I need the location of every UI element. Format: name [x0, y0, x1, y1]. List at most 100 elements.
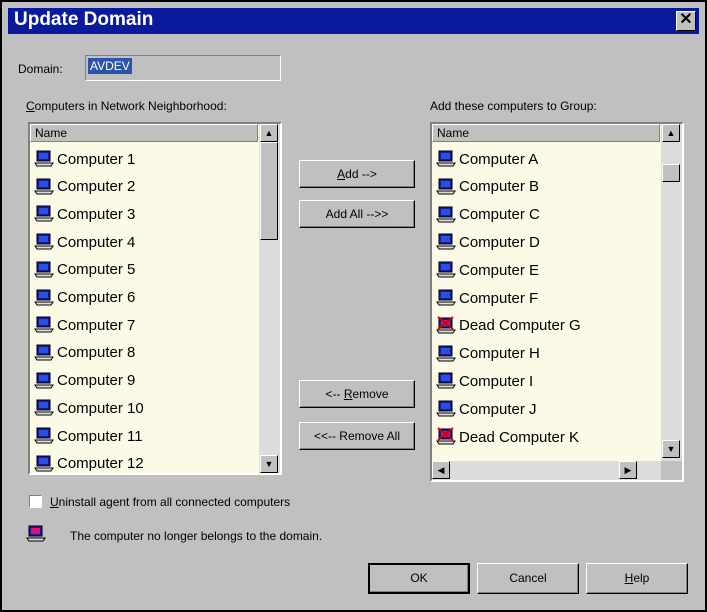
list-item[interactable]: Computer 6: [34, 286, 135, 310]
dead-computer-icon: [26, 524, 46, 549]
ok-button[interactable]: OK: [368, 563, 470, 594]
list-item[interactable]: Dead Computer K: [436, 425, 579, 449]
list-item[interactable]: Computer 5: [34, 258, 135, 282]
update-domain-dialog: Update Domain ✕ Domain: AVDEV Computers …: [0, 0, 707, 612]
computer-icon: [34, 260, 57, 280]
list-item-label: Computer A: [459, 150, 539, 168]
scroll-up-button[interactable]: ▲: [662, 124, 680, 142]
computer-icon: [34, 398, 57, 418]
cancel-button[interactable]: Cancel: [477, 563, 579, 594]
computer-icon: [34, 149, 57, 169]
list-item[interactable]: Computer A: [436, 147, 538, 171]
computer-icon: [34, 204, 57, 224]
scroll-down-button[interactable]: ▼: [662, 440, 680, 458]
scroll-down-button[interactable]: ▼: [260, 455, 278, 473]
scroll-thumb[interactable]: [260, 142, 278, 240]
list-item-label: Computer J: [459, 400, 537, 418]
computer-icon: [436, 399, 459, 419]
list-item[interactable]: Computer E: [436, 258, 539, 282]
list-item[interactable]: Computer D: [436, 230, 540, 254]
computer-icon: [436, 260, 459, 280]
list-item[interactable]: Computer B: [436, 175, 539, 199]
list-item-label: Computer F: [459, 289, 539, 307]
list-item[interactable]: Computer H: [436, 342, 540, 366]
list-item[interactable]: Computer 8: [34, 341, 135, 365]
list-item-label: Computer 8: [57, 344, 136, 362]
list-item-label: Computer 6: [57, 289, 136, 306]
list-item-label: Computer E: [459, 261, 540, 279]
scrollbar-corner: [661, 461, 682, 480]
list-item-label: Computer 2: [57, 178, 136, 196]
right-list-label: Add these computers to Group:: [430, 99, 597, 113]
list-item-label: Computer 1: [57, 150, 136, 168]
computer-icon: [34, 177, 57, 197]
help-button[interactable]: Help: [586, 563, 688, 594]
computer-icon: [34, 371, 57, 391]
list-item[interactable]: Computer 4: [34, 230, 135, 254]
list-item-label: Computer B: [459, 178, 540, 196]
domain-field[interactable]: AVDEV: [85, 55, 281, 81]
left-list-label: Computers in Network Neighborhood:: [26, 99, 227, 113]
list-item-label: Computer 3: [57, 205, 136, 223]
add-all-button[interactable]: Add All -->>: [299, 200, 415, 228]
list-item[interactable]: Dead Computer G: [436, 314, 581, 338]
right-horizontal-scrollbar[interactable]: ◀ ▶: [432, 461, 661, 480]
list-item[interactable]: Computer 3: [34, 202, 135, 226]
computer-icon: [34, 315, 57, 335]
uninstall-agent-label[interactable]: Uninstall agent from all connected compu…: [50, 495, 290, 509]
list-item-label: Computer 7: [57, 316, 136, 334]
close-icon[interactable]: ✕: [676, 11, 696, 31]
list-item-label: Computer 4: [57, 233, 136, 251]
list-item-label: Computer 12: [57, 455, 144, 473]
list-item[interactable]: Computer C: [436, 203, 540, 227]
list-item-label: Dead Computer K: [459, 428, 580, 446]
list-item-label: Computer D: [459, 233, 540, 251]
left-vertical-scrollbar[interactable]: ▲ ▼: [259, 124, 280, 473]
remove-all-button[interactable]: <<-- Remove All: [299, 422, 415, 450]
add-button[interactable]: Add -->: [299, 160, 415, 188]
legend-text: The computer no longer belongs to the do…: [70, 529, 323, 543]
domain-label: Domain:: [18, 62, 63, 76]
computer-icon: [436, 232, 459, 252]
computer-icon: [436, 371, 459, 391]
list-item[interactable]: Computer 1: [34, 147, 135, 171]
remove-button[interactable]: <-- Remove: [299, 380, 415, 408]
list-item[interactable]: Computer F: [436, 286, 538, 310]
scroll-up-button[interactable]: ▲: [260, 124, 278, 142]
list-item[interactable]: Computer J: [436, 397, 537, 421]
list-item-label: Computer 5: [57, 261, 136, 279]
list-item-label: Computer 11: [57, 427, 143, 445]
dead-computer-icon: [436, 316, 459, 336]
computer-icon: [436, 288, 459, 308]
computer-icon: [34, 454, 57, 473]
available-computers-list[interactable]: Name Computer 1 Computer 2 Computer 3 Compu…: [28, 122, 282, 475]
right-vertical-scrollbar[interactable]: ▲ ▼: [661, 124, 682, 461]
list-item-label: Dead Computer G: [459, 317, 581, 335]
scroll-left-button[interactable]: ◀: [432, 461, 450, 479]
computer-icon: [34, 426, 57, 446]
list-item-label: Computer H: [459, 345, 540, 363]
list-item[interactable]: Computer 10: [34, 396, 144, 420]
domain-value: AVDEV: [88, 58, 132, 74]
computer-icon: [436, 344, 459, 364]
name-column-header[interactable]: Name: [432, 124, 660, 142]
list-item[interactable]: Computer 11: [34, 424, 143, 448]
list-item[interactable]: Computer 7: [34, 313, 135, 337]
list-item[interactable]: Computer I: [436, 369, 533, 393]
list-item[interactable]: Computer 9: [34, 369, 135, 393]
scroll-right-button[interactable]: ▶: [619, 461, 637, 479]
scroll-thumb[interactable]: [662, 164, 680, 182]
list-item-label: Computer C: [459, 206, 540, 224]
uninstall-agent-checkbox[interactable]: [29, 495, 42, 508]
group-computers-list[interactable]: Name Computer A Computer B Computer C Compu…: [430, 122, 684, 482]
title-bar[interactable]: Update Domain ✕: [8, 8, 699, 34]
dead-computer-icon: [436, 427, 459, 447]
computer-icon: [436, 177, 459, 197]
computer-icon: [34, 343, 57, 363]
computer-icon: [34, 288, 57, 308]
name-column-header[interactable]: Name: [30, 124, 258, 142]
list-item[interactable]: Computer 2: [34, 175, 135, 199]
list-item[interactable]: Computer 12: [34, 452, 144, 473]
computer-icon: [436, 205, 459, 225]
computer-icon: [34, 232, 57, 252]
